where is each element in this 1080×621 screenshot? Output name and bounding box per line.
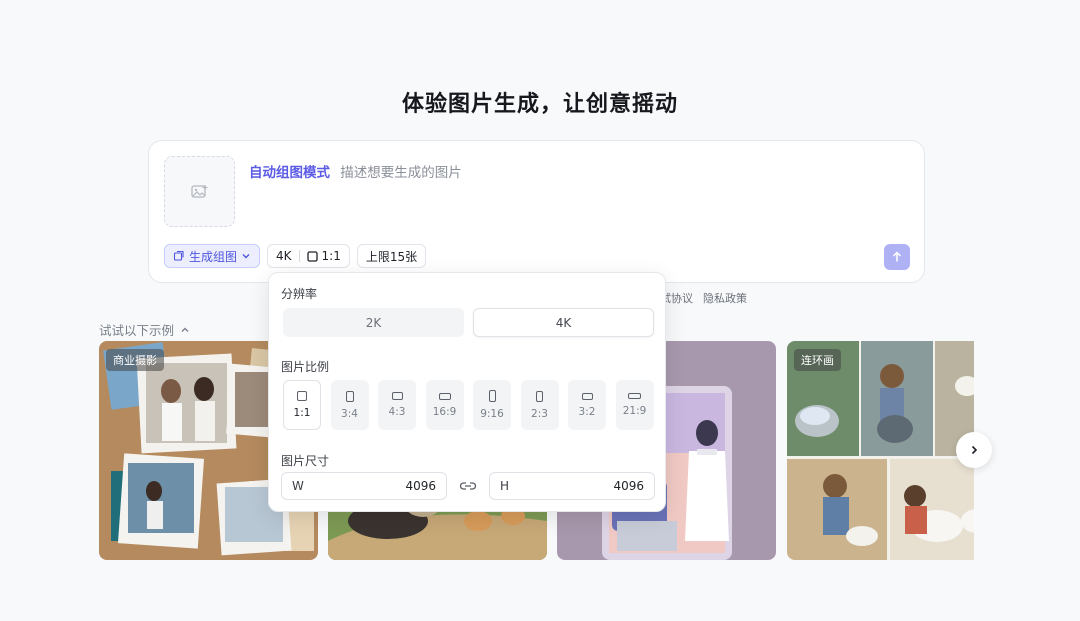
ratio-option-label: 1:1: [293, 407, 311, 419]
height-value: 4096: [613, 479, 644, 493]
generate-group-button[interactable]: 生成组图: [164, 244, 261, 268]
resolution-options: 2K 4K: [283, 308, 654, 337]
ratio-option-4-3[interactable]: 4:3: [378, 380, 416, 430]
ratio-option-label: 3:2: [578, 405, 596, 418]
width-value: 4096: [405, 479, 436, 493]
auto-group-mode-label[interactable]: 自动组图模式: [249, 165, 330, 181]
ratio-1-1-icon: [297, 391, 307, 401]
ratio-option-label: 16:9: [432, 405, 457, 418]
resolution-option-2k[interactable]: 2K: [283, 308, 464, 337]
divider: [298, 250, 300, 262]
resolution-option-4k[interactable]: 4K: [473, 308, 654, 337]
send-button[interactable]: [884, 244, 910, 270]
legal-links: 试协议 隐私政策: [660, 290, 747, 306]
square-ratio-icon: [306, 250, 318, 262]
prompt-toolbar: 生成组图 4K 1:1 上限15张: [164, 244, 427, 268]
ratio-heading: 图片比例: [281, 360, 330, 374]
image-upload-button[interactable]: [164, 156, 235, 227]
resolution-heading: 分辨率: [281, 287, 318, 301]
ratio-value: 1:1: [321, 249, 341, 263]
width-label: W: [292, 479, 304, 493]
ratio-3-2-icon: [581, 392, 593, 400]
resolution-value: 4K: [276, 249, 292, 263]
generation-settings-popover: 分辨率 2K 4K 图片比例 1:1 3:4 4:3 16:9 9:16 2:3: [268, 272, 666, 512]
ratio-9-16-icon: [488, 390, 496, 402]
ratio-option-16-9[interactable]: 16:9: [425, 380, 464, 430]
ratio-option-21-9[interactable]: 21:9: [615, 380, 654, 430]
width-input[interactable]: W 4096: [281, 472, 447, 500]
size-heading: 图片尺寸: [281, 454, 330, 468]
image-add-icon: [190, 184, 207, 198]
ratio-option-3-2[interactable]: 3:2: [568, 380, 606, 430]
ratio-options: 1:1 3:4 4:3 16:9 9:16 2:3 3:2 21:9: [283, 380, 654, 430]
generate-group-label: 生成组图: [189, 249, 238, 264]
examples-header[interactable]: 试试以下示例: [99, 320, 190, 339]
chevron-right-icon: [971, 445, 978, 455]
ratio-option-9-16[interactable]: 9:16: [473, 380, 511, 430]
prompt-box: 自动组图模式 描述想要生成的图片 生成组图 4K 1:1 上限15张: [148, 140, 925, 283]
examples-label: 试试以下示例: [99, 323, 175, 338]
resolution-ratio-button[interactable]: 4K 1:1: [267, 244, 350, 268]
chevron-down-icon: [242, 254, 250, 259]
stack-icon: [173, 250, 184, 261]
ratio-option-label: 9:16: [480, 408, 504, 420]
ratio-4-3-icon: [391, 392, 403, 400]
card-tag: 商业摄影: [106, 349, 164, 371]
ratio-21-9-icon: [628, 393, 641, 399]
prompt-input[interactable]: 自动组图模式 描述想要生成的图片: [249, 161, 462, 181]
limit-button[interactable]: 上限15张: [356, 244, 427, 268]
chevron-up-icon: [181, 327, 189, 332]
ratio-option-2-3[interactable]: 2:3: [520, 380, 559, 430]
comic-strip-image: [787, 341, 974, 560]
ratio-2-3-icon: [536, 390, 543, 402]
ratio-option-label: 3:4: [341, 407, 358, 420]
ratio-option-label: 21:9: [622, 405, 647, 417]
size-inputs: W 4096 H 4096: [281, 472, 655, 500]
link-icon[interactable]: [459, 481, 477, 491]
height-input[interactable]: H 4096: [489, 472, 655, 500]
height-label: H: [500, 479, 510, 493]
ratio-option-1-1[interactable]: 1:1: [283, 380, 321, 430]
ratio-3-4-icon: [345, 390, 354, 402]
ratio-option-label: 4:3: [388, 406, 406, 418]
ratio-option-3-4[interactable]: 3:4: [330, 380, 369, 430]
prompt-placeholder: 描述想要生成的图片: [340, 165, 462, 181]
gallery-next-button[interactable]: [956, 432, 992, 468]
arrow-up-icon: [892, 251, 902, 262]
example-card-comic[interactable]: 连环画: [787, 341, 974, 560]
ratio-16-9-icon: [438, 392, 451, 400]
ratio-option-label: 2:3: [531, 407, 548, 420]
page-title: 体验图片生成，让创意摇动: [401, 92, 678, 117]
card-tag: 连环画: [794, 349, 841, 371]
privacy-link[interactable]: 隐私政策: [703, 290, 747, 306]
